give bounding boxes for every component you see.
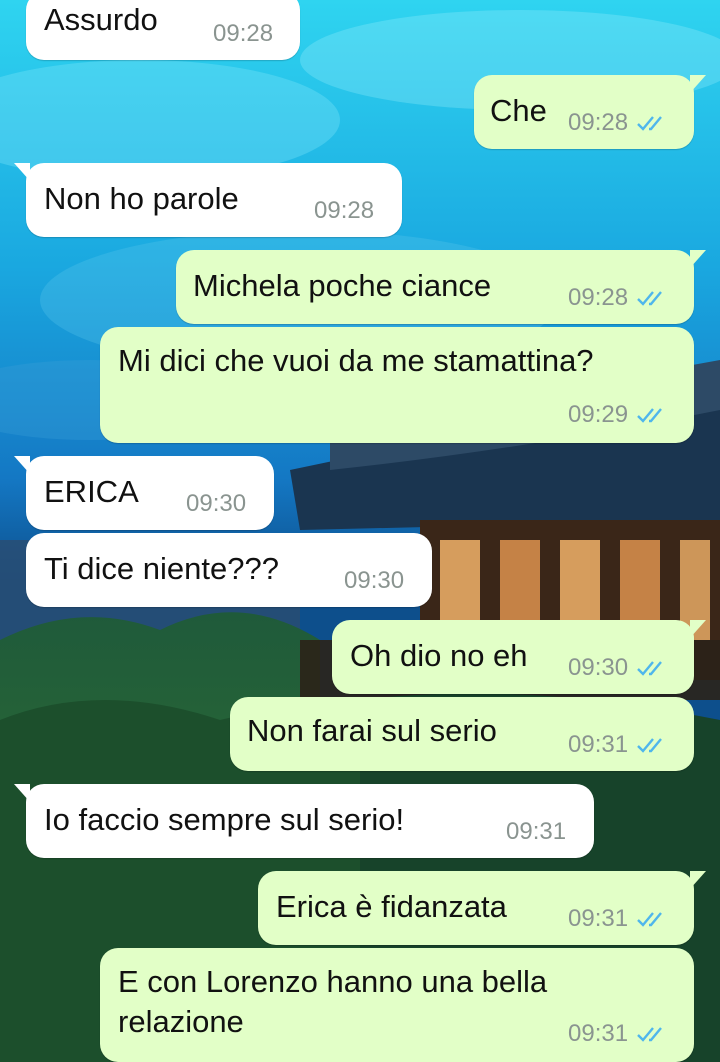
double-check-icon: [637, 738, 662, 753]
message-list[interactable]: Assurdo 09:28 Che 09:28 Non ho parole 09…: [0, 0, 720, 1062]
timestamp: 09:29: [568, 401, 629, 428]
timestamp: 09:28: [568, 109, 629, 136]
outgoing-message[interactable]: Michela poche ciance 09:28: [176, 250, 706, 324]
bubble-tail: [690, 75, 706, 93]
message-text: Io faccio sempre sul serio!: [44, 802, 405, 837]
message-text: Michela poche ciance: [193, 268, 492, 303]
timestamp: 09:28: [213, 20, 274, 47]
message-text: Non ho parole: [44, 181, 239, 216]
bubble-tail: [690, 250, 706, 268]
double-check-icon: [637, 912, 662, 927]
message-text: Che: [490, 93, 547, 128]
message-time: 09:28: [213, 20, 273, 48]
timestamp: 09:31: [506, 818, 567, 845]
timestamp: 09:30: [186, 490, 247, 517]
timestamp: 09:31: [568, 905, 629, 932]
double-check-icon: [637, 1027, 662, 1042]
timestamp: 09:28: [568, 284, 629, 311]
message-text: Oh dio no eh: [350, 638, 528, 673]
double-check-icon: [637, 661, 662, 676]
message-text: Non farai sul serio: [247, 713, 497, 748]
outgoing-message[interactable]: Oh dio no eh 09:30: [332, 620, 706, 694]
outgoing-message[interactable]: Che 09:28: [474, 75, 706, 149]
bubble-tail: [690, 871, 706, 889]
outgoing-message[interactable]: Mi dici che vuoi da me stamattina? 09:29: [100, 327, 694, 443]
double-check-icon: [637, 291, 662, 306]
outgoing-message[interactable]: Non farai sul serio 09:31: [230, 697, 694, 771]
bubble-tail: [14, 163, 30, 181]
message-text: Ti dice niente???: [44, 551, 279, 586]
timestamp: 09:30: [568, 654, 629, 681]
bubble-tail: [690, 620, 706, 638]
timestamp: 09:30: [344, 567, 405, 594]
incoming-message[interactable]: Assurdo 09:28: [26, 0, 300, 60]
message-text: Assurdo: [44, 2, 158, 37]
timestamp: 09:31: [568, 1020, 629, 1047]
outgoing-message[interactable]: Erica è fidanzata 09:31: [258, 871, 706, 945]
incoming-message[interactable]: ERICA 09:30: [14, 456, 274, 530]
incoming-message[interactable]: Non ho parole 09:28: [14, 163, 402, 237]
bubble-tail: [14, 784, 30, 802]
bubble-tail: [14, 456, 30, 474]
outgoing-message[interactable]: E con Lorenzo hanno una bella relazione …: [100, 948, 694, 1062]
incoming-message[interactable]: Ti dice niente??? 09:30: [26, 533, 432, 607]
message-text: Erica è fidanzata: [276, 889, 507, 924]
message-text: E con Lorenzo hanno una bella relazione: [118, 964, 548, 1039]
timestamp: 09:28: [314, 197, 375, 224]
timestamp: 09:31: [568, 731, 629, 758]
incoming-message[interactable]: Io faccio sempre sul serio! 09:31: [14, 784, 594, 858]
double-check-icon: [637, 116, 662, 131]
double-check-icon: [637, 408, 662, 423]
message-text: Mi dici che vuoi da me stamattina?: [118, 343, 594, 378]
message-text: ERICA: [44, 474, 139, 509]
